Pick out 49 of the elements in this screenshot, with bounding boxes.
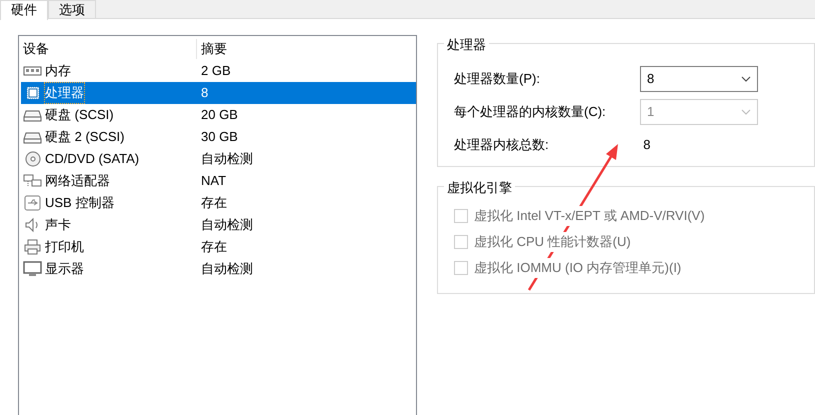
field-label: 每个处理器的内核数量(C): [454, 102, 607, 121]
chevron-icon [741, 76, 751, 82]
tab[interactable]: 硬件 [0, 0, 48, 20]
device-summary: NAT [200, 172, 226, 190]
list-row[interactable]: 声卡 自动检测 [21, 214, 416, 236]
printer-icon [23, 239, 43, 255]
device-summary: 20 GB [200, 106, 238, 124]
device-summary: 自动检测 [200, 216, 253, 234]
checkbox-label: 虚拟化 Intel VT-x/EPT 或 AMD-V/RVI(V) [474, 206, 705, 226]
list-row[interactable]: CD/DVD (SATA) 自动检测 [21, 148, 416, 170]
list-row[interactable]: 硬盘 (SCSI) 20 GB [21, 104, 416, 126]
device-name: 硬盘 (SCSI) [45, 106, 114, 124]
list-row[interactable]: USB 控制器 存在 [21, 192, 416, 214]
device-name: 内存 [45, 62, 71, 80]
device-summary: 存在 [200, 238, 227, 256]
device-name: 硬盘 2 (SCSI) [45, 128, 124, 146]
device-name: 网络适配器 [45, 172, 110, 190]
device-summary: 存在 [200, 194, 227, 212]
chevron-icon [741, 108, 751, 114]
field-label: 处理器内核总数: [454, 136, 550, 154]
network-icon [23, 173, 43, 189]
device-name: 打印机 [45, 238, 84, 256]
list-row[interactable]: 网络适配器 NAT [21, 170, 416, 192]
device-summary: 2 GB [200, 62, 231, 80]
tab[interactable]: 选项 [48, 0, 96, 18]
field-value: 8 [643, 136, 650, 154]
checkbox-label: 虚拟化 CPU 性能计数器(U) [474, 232, 631, 252]
usb-icon [23, 195, 43, 211]
list-row[interactable]: 硬盘 2 (SCSI) 30 GB [21, 126, 416, 148]
dropdown[interactable]: 8 [640, 66, 758, 92]
list-row[interactable]: 打印机 存在 [21, 236, 416, 258]
device-name: 显示器 [45, 260, 84, 278]
column-header[interactable]: 设备 [21, 39, 197, 59]
list-row[interactable]: 内存 2 GB [21, 60, 416, 82]
device-name: 处理器 [45, 83, 84, 103]
disc-icon [23, 151, 43, 167]
monitor-icon [23, 261, 43, 277]
device-name: USB 控制器 [45, 194, 114, 212]
checkbox-label: 虚拟化 IOMMU (IO 内存管理单元)(I) [474, 258, 682, 278]
device-summary: 自动检测 [200, 150, 253, 168]
column-header[interactable]: 摘要 [197, 39, 227, 59]
device-name: CD/DVD (SATA) [45, 150, 140, 168]
device-summary: 30 GB [200, 128, 238, 146]
list-row[interactable]: 处理器 8 [21, 82, 416, 104]
field-label: 处理器数量(P): [454, 70, 541, 88]
device-summary: 8 [200, 84, 208, 102]
device-name: 声卡 [45, 216, 71, 234]
device-summary: 自动检测 [200, 260, 253, 278]
list-row[interactable]: 显示器 自动检测 [21, 258, 416, 280]
